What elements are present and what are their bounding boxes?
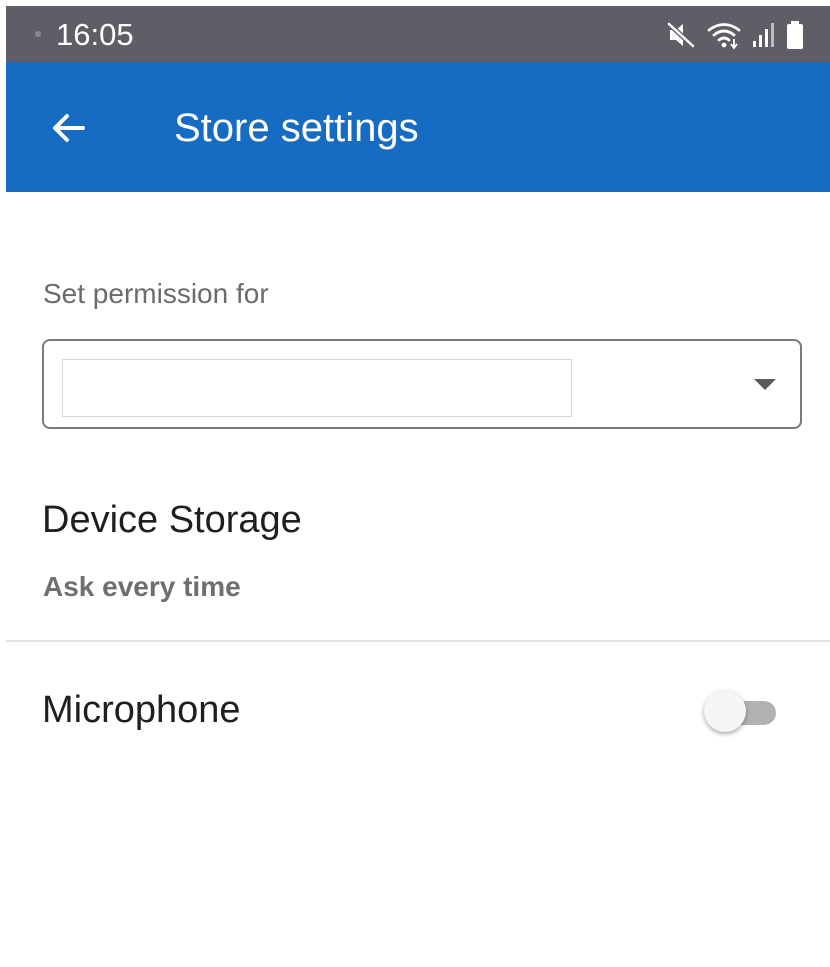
signal-icon bbox=[753, 23, 774, 47]
app-screen: 16:05 Store settings Set permission for … bbox=[6, 6, 830, 967]
page-title: Store settings bbox=[174, 106, 419, 150]
device-storage-status: Ask every time bbox=[43, 571, 241, 602]
status-icons bbox=[666, 20, 804, 50]
app-bar: Store settings bbox=[6, 62, 830, 192]
device-storage-title: Device Storage bbox=[42, 499, 302, 541]
microphone-title: Microphone bbox=[42, 689, 241, 731]
wifi-icon bbox=[707, 23, 741, 50]
notification-dot bbox=[35, 31, 41, 37]
device-storage-setting[interactable]: Device Storage Ask every time bbox=[6, 478, 830, 638]
dropdown-arrow-icon bbox=[754, 379, 776, 390]
toggle-thumb bbox=[704, 690, 746, 732]
status-time: 16:05 bbox=[56, 17, 134, 52]
microphone-setting: Microphone bbox=[6, 642, 830, 782]
mute-icon bbox=[666, 21, 696, 49]
arrow-left-icon bbox=[53, 114, 85, 142]
permission-dropdown[interactable] bbox=[42, 339, 802, 429]
status-bar: 16:05 bbox=[6, 6, 830, 62]
microphone-toggle[interactable] bbox=[704, 687, 782, 739]
back-button[interactable] bbox=[46, 105, 92, 151]
permission-label: Set permission for bbox=[43, 278, 269, 309]
dropdown-selected-value bbox=[62, 359, 572, 417]
battery-icon bbox=[787, 21, 803, 49]
